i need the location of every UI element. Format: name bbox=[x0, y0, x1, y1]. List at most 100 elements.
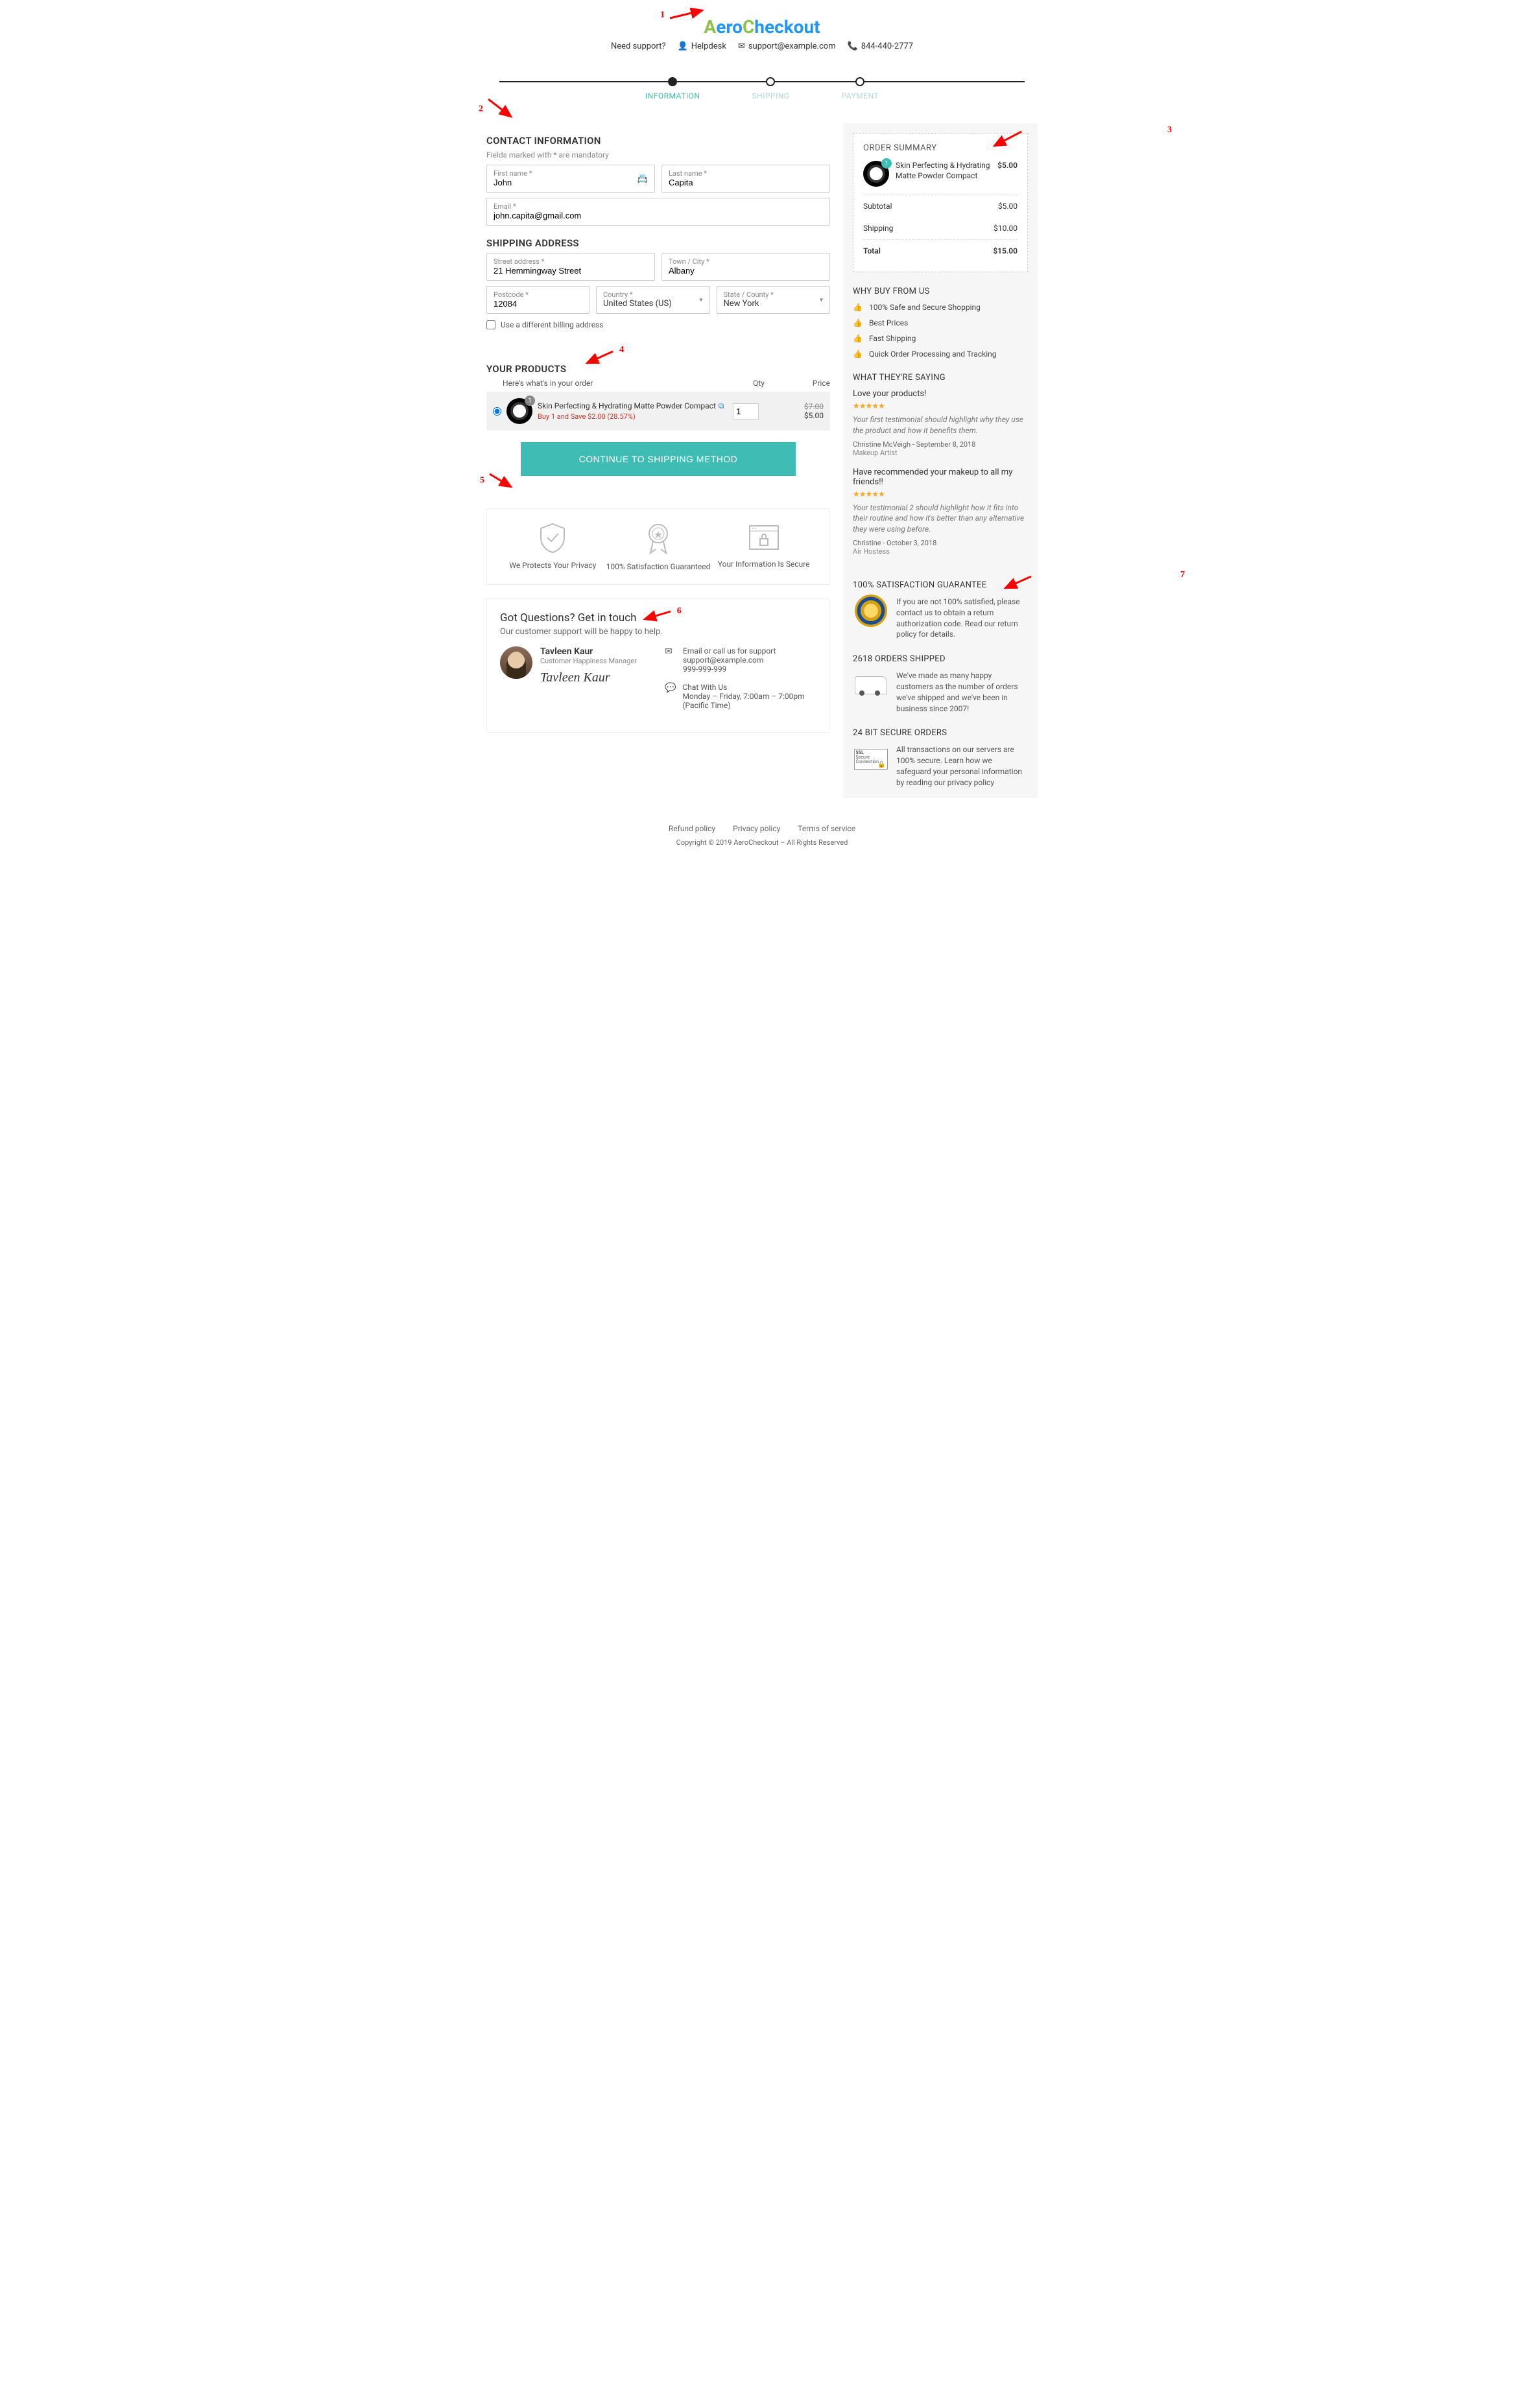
chat-hours: Monday – Friday, 7:00am – 7:00pm (Pacifi… bbox=[682, 692, 816, 710]
annotation-6: 6 bbox=[677, 606, 682, 617]
first-name-field[interactable]: First name * bbox=[486, 165, 655, 193]
summary-product-image: 1 bbox=[863, 161, 889, 187]
summary-product-price: $5.00 bbox=[997, 161, 1018, 170]
thumbs-up-icon: 👍 bbox=[853, 303, 863, 312]
price-old: $7.00 bbox=[772, 402, 824, 411]
city-input[interactable] bbox=[669, 266, 823, 276]
questions-box: Got Questions? Get in touch 6 Our custom… bbox=[486, 598, 830, 733]
need-support-label: Need support? bbox=[611, 41, 666, 51]
footer: Refund policy Privacy policy Terms of se… bbox=[486, 824, 1038, 847]
thumbs-up-icon: 👍 bbox=[853, 334, 863, 343]
phone-icon: 📞 bbox=[848, 41, 858, 51]
subtotal-value: $5.00 bbox=[998, 202, 1018, 211]
total-label: Total bbox=[863, 246, 881, 255]
products-intro: Here's what's in your order bbox=[486, 379, 739, 388]
terms-link[interactable]: Terms of service bbox=[798, 824, 855, 833]
trust-satisfaction: 100% Satisfaction Guaranteed bbox=[606, 522, 711, 571]
continue-button[interactable]: CONTINUE TO SHIPPING METHOD bbox=[521, 442, 796, 476]
orders-shipped-title: 2618 ORDERS SHIPPED bbox=[853, 654, 1028, 664]
qty-input[interactable] bbox=[733, 403, 759, 419]
summary-product-name: Skin Perfecting & Hydrating Matte Powder… bbox=[896, 161, 991, 181]
secure-orders-title: 24 BIT SECURE ORDERS bbox=[853, 728, 1028, 738]
why-buy-title: WHY BUY FROM US bbox=[853, 287, 1028, 296]
ribbon-icon bbox=[643, 522, 674, 556]
header: AeroCheckout Need support? 👤Helpdesk ✉su… bbox=[486, 10, 1038, 64]
email-input[interactable] bbox=[494, 211, 823, 220]
annotation-4: 4 bbox=[619, 345, 624, 355]
state-select[interactable]: State / County *New York bbox=[717, 286, 831, 314]
browser-lock-icon bbox=[746, 522, 782, 553]
diff-billing-label: Use a different billing address bbox=[501, 320, 603, 329]
email-field[interactable]: Email * bbox=[486, 198, 830, 226]
price-new: $5.00 bbox=[772, 411, 824, 420]
why-item-2: Best Prices bbox=[869, 318, 908, 327]
annotation-7: 7 bbox=[1180, 570, 1185, 580]
satisfaction-badge-icon bbox=[855, 595, 887, 627]
why-item-1: 100% Safe and Secure Shopping bbox=[869, 303, 981, 312]
why-item-3: Fast Shipping bbox=[869, 334, 916, 343]
star-rating: ★★★★★ bbox=[853, 401, 1028, 410]
step-shipping[interactable]: SHIPPING bbox=[752, 77, 789, 100]
first-name-input[interactable] bbox=[494, 178, 648, 187]
mail-icon: ✉ bbox=[665, 646, 676, 674]
step-payment[interactable]: PAYMENT bbox=[842, 77, 879, 100]
contact-phone[interactable]: 999-999-999 bbox=[683, 665, 776, 674]
orders-shipped-body: We've made as many happy customers as th… bbox=[896, 670, 1028, 714]
testimonial-2: Have recommended your makeup to all my f… bbox=[853, 467, 1028, 556]
city-field[interactable]: Town / City * bbox=[661, 253, 830, 281]
guarantee-body: If you are not 100% satisfied, please co… bbox=[896, 596, 1028, 640]
shipping-address-title: SHIPPING ADDRESS bbox=[486, 237, 830, 249]
your-products-title: YOUR PRODUCTS bbox=[486, 363, 830, 375]
user-icon: 👤 bbox=[678, 41, 688, 51]
street-input[interactable] bbox=[494, 266, 648, 276]
annotation-3: 3 bbox=[1167, 125, 1172, 136]
last-name-field[interactable]: Last name * bbox=[661, 165, 830, 193]
trust-privacy: We Protects Your Privacy bbox=[500, 522, 606, 571]
product-row: 1 Skin Perfecting & Hydrating Matte Powd… bbox=[486, 392, 830, 431]
copyright: Copyright © 2019 AeroCheckout – All Righ… bbox=[486, 838, 1038, 847]
support-email-link[interactable]: ✉support@example.com bbox=[738, 41, 836, 51]
star-rating: ★★★★★ bbox=[853, 490, 1028, 499]
guarantee-title: 100% SATISFACTION GUARANTEE bbox=[853, 580, 1028, 590]
total-value: $15.00 bbox=[993, 246, 1018, 255]
shipping-value: $10.00 bbox=[994, 224, 1018, 233]
testimonial-1: Love your products! ★★★★★ Your first tes… bbox=[853, 389, 1028, 457]
questions-title: Got Questions? Get in touch bbox=[500, 611, 637, 624]
mail-icon: ✉ bbox=[738, 41, 745, 51]
col-price: Price bbox=[778, 379, 830, 388]
postcode-field[interactable]: Postcode * bbox=[486, 286, 589, 314]
trust-secure: Your Information Is Secure bbox=[711, 522, 816, 571]
product-name: Skin Perfecting & Hydrating Matte Powder… bbox=[538, 401, 716, 410]
postcode-input[interactable] bbox=[494, 299, 582, 309]
order-summary: ORDER SUMMARY 1 Skin Perfecting & Hydrat… bbox=[853, 133, 1028, 272]
refund-link[interactable]: Refund policy bbox=[669, 824, 715, 833]
step-information[interactable]: INFORMATION bbox=[645, 77, 700, 100]
thumbs-up-icon: 👍 bbox=[853, 318, 863, 327]
helpdesk-link[interactable]: 👤Helpdesk bbox=[678, 41, 726, 51]
contact-email[interactable]: support@example.com bbox=[683, 655, 776, 665]
shield-check-icon bbox=[537, 522, 568, 554]
trust-box: We Protects Your Privacy 100% Satisfacti… bbox=[486, 508, 830, 585]
last-name-input[interactable] bbox=[669, 178, 823, 187]
external-link-icon[interactable]: ⧉ bbox=[719, 401, 724, 410]
ssl-badge-icon: SSLSecureConnection bbox=[854, 749, 888, 770]
annotation-2: 2 bbox=[479, 104, 483, 113]
contact-info-title: CONTACT INFORMATION bbox=[486, 135, 830, 147]
support-phone-link[interactable]: 📞844-440-2777 bbox=[848, 41, 913, 51]
logo: AeroCheckout bbox=[486, 16, 1038, 38]
van-icon bbox=[855, 676, 887, 694]
country-select[interactable]: Country *United States (US) bbox=[596, 286, 710, 314]
product-image: 1 bbox=[506, 398, 532, 424]
street-field[interactable]: Street address * bbox=[486, 253, 655, 281]
contact-email-title: Email or call us for support bbox=[683, 646, 776, 655]
person-name: Tavleen Kaur bbox=[540, 646, 637, 657]
secure-orders-body: All transactions on our servers are 100%… bbox=[896, 744, 1028, 788]
diff-billing-checkbox[interactable] bbox=[486, 320, 495, 329]
chat-title: Chat With Us bbox=[682, 683, 816, 692]
order-summary-title: ORDER SUMMARY bbox=[863, 143, 1018, 153]
avatar bbox=[500, 646, 532, 679]
privacy-link[interactable]: Privacy policy bbox=[733, 824, 780, 833]
product-radio[interactable] bbox=[493, 407, 501, 416]
questions-sub: Our customer support will be happy to he… bbox=[500, 627, 816, 637]
mandatory-note: Fields marked with * are mandatory bbox=[486, 150, 830, 159]
